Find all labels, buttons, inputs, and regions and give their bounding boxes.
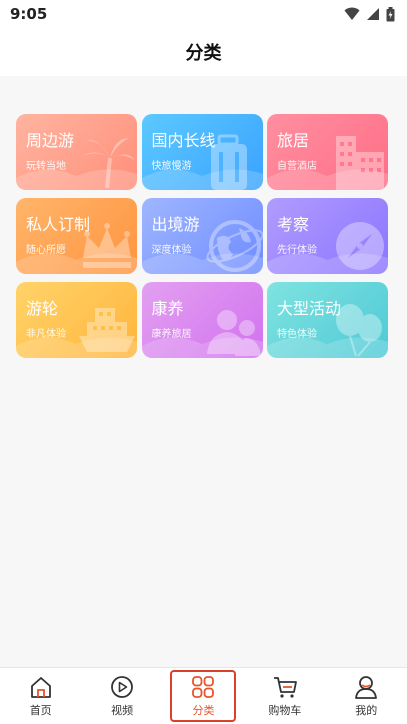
tab-label: 我的 [355, 704, 378, 717]
compass-icon [336, 222, 384, 270]
category-card[interactable]: 游轮 非凡体验 [16, 282, 137, 358]
tab-cart[interactable]: 购物车 [252, 668, 318, 724]
category-card[interactable]: 大型活动 特色体验 [267, 282, 388, 358]
tab-category[interactable]: 分类 [170, 670, 237, 722]
tab-user[interactable]: 我的 [333, 668, 399, 724]
crown-icon [83, 223, 131, 268]
category-subtitle: 玩转当地 [26, 161, 66, 172]
suitcase-icon [210, 134, 247, 190]
category-card[interactable]: 私人订制 随心所愿 [16, 198, 137, 274]
category-subtitle: 自营酒店 [277, 161, 317, 172]
balloon-icon [336, 304, 382, 357]
status-bar: 9:05 [0, 0, 407, 28]
category-grid: 周边游 玩转当地 国内长线 快旅慢游 旅居 自营酒店 私人订制 随心所愿 出境游 深度体验 考察 先行… [16, 114, 388, 358]
category-icon [192, 676, 215, 698]
tab-video[interactable]: 视频 [89, 668, 155, 724]
page-title: 分类 [185, 43, 222, 64]
tab-label: 视频 [111, 704, 134, 717]
category-subtitle: 快旅慢游 [151, 161, 192, 172]
category-subtitle: 康养旅居 [151, 329, 192, 340]
category-title: 旅居 [277, 131, 310, 150]
video-icon [111, 676, 133, 698]
category-subtitle: 先行体验 [277, 245, 317, 256]
tab-label: 购物车 [268, 704, 302, 717]
category-title: 考察 [277, 215, 310, 234]
category-subtitle: 非凡体验 [26, 329, 66, 340]
battery-icon [386, 6, 395, 21]
category-title: 出境游 [151, 215, 200, 234]
home-icon [30, 677, 51, 698]
category-card[interactable]: 出境游 深度体验 [141, 198, 263, 274]
globe-icon [205, 220, 263, 272]
tab-home[interactable]: 首页 [8, 668, 74, 724]
page-header: 分类 [0, 28, 407, 76]
wifi-icon [344, 7, 360, 20]
palm-tree-icon [83, 138, 135, 189]
tab-label: 首页 [29, 704, 52, 717]
user-icon [355, 676, 378, 699]
category-card[interactable]: 康养 康养旅居 [141, 282, 263, 358]
category-title: 周边游 [26, 131, 75, 150]
tab-label: 分类 [192, 704, 215, 717]
status-time: 9:05 [10, 5, 48, 23]
category-card[interactable]: 旅居 自营酒店 [267, 114, 388, 190]
category-subtitle: 深度体验 [151, 245, 192, 256]
signal-icon [367, 8, 379, 20]
category-card[interactable]: 考察 先行体验 [267, 198, 388, 274]
category-subtitle: 随心所愿 [26, 245, 66, 256]
category-card[interactable]: 周边游 玩转当地 [16, 114, 137, 190]
bottom-tab-bar: 首页 视频 分类 购物车 我的 [0, 667, 407, 724]
category-subtitle: 特色体验 [277, 329, 317, 340]
cart-icon [273, 677, 297, 698]
status-icons [344, 6, 395, 22]
category-title: 游轮 [26, 299, 59, 318]
building-icon [336, 136, 384, 190]
category-card[interactable]: 国内长线 快旅慢游 [141, 114, 263, 190]
category-title: 康养 [151, 299, 184, 318]
ship-icon [79, 308, 135, 352]
people-icon [206, 310, 261, 356]
